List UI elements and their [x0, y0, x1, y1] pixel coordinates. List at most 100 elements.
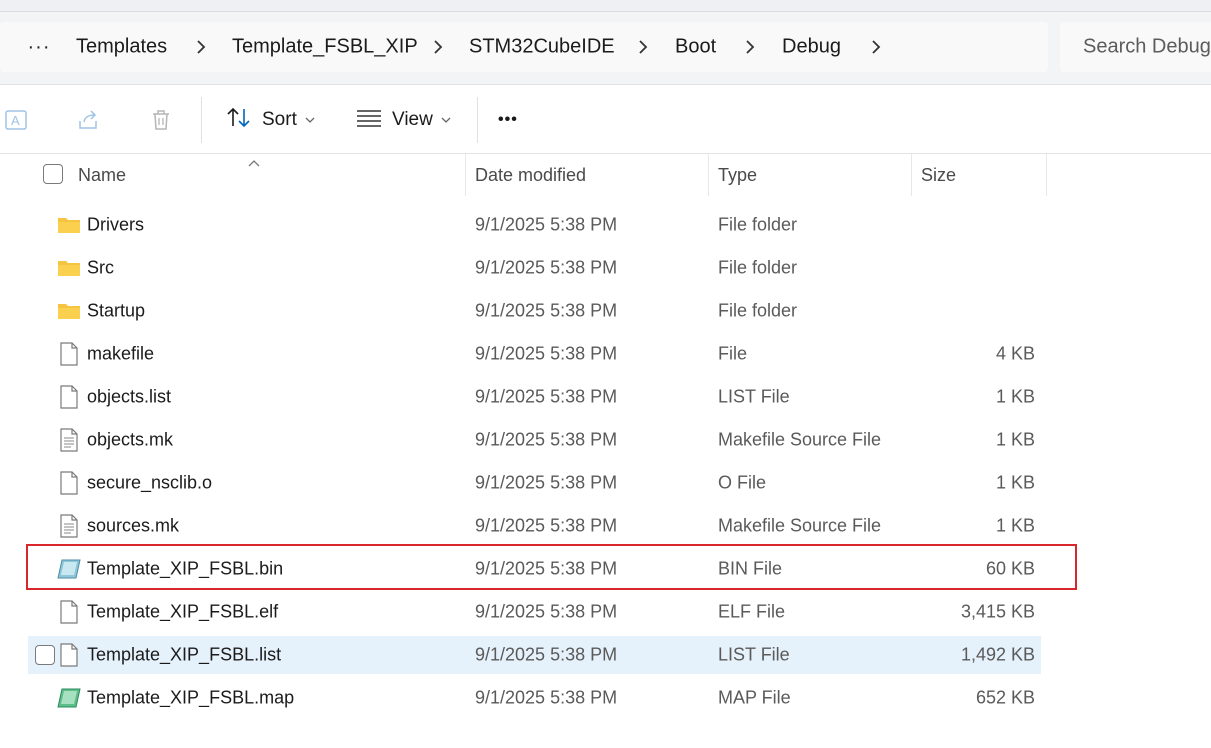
highlight-annotation [26, 544, 1077, 590]
breadcrumb[interactable]: ··· Templates Template_FSBL_XIP STM32Cub… [0, 22, 1048, 72]
file-type: File folder [718, 214, 798, 235]
file-icon [56, 642, 82, 668]
text-file-icon [56, 513, 82, 539]
chevron-right-icon[interactable] [869, 37, 883, 57]
search-input[interactable]: Search Debug [1060, 22, 1211, 72]
file-name[interactable]: secure_nsclib.o [87, 473, 212, 494]
delete-icon[interactable] [148, 107, 174, 133]
row-checkbox[interactable] [35, 645, 55, 665]
file-row[interactable]: Template_XIP_FSBL.list 9/1/2025 5:38 PM LI… [28, 636, 1041, 674]
command-separator [477, 97, 478, 143]
file-size: 4 KB [995, 343, 1035, 364]
sort-icon [226, 106, 252, 135]
view-button[interactable]: View [356, 103, 451, 137]
file-size: 3,415 KB [960, 601, 1035, 622]
map-file-icon [56, 685, 82, 711]
chevron-right-icon[interactable] [431, 37, 445, 57]
chevron-down-icon [441, 111, 451, 129]
see-more-button[interactable]: ••• [498, 103, 518, 137]
file-name[interactable]: sources.mk [87, 516, 179, 537]
file-row[interactable]: Startup 9/1/2025 5:38 PM File folder [28, 292, 1041, 330]
file-row[interactable]: secure_nsclib.o 9/1/2025 5:38 PM O File 1 K… [28, 464, 1041, 502]
command-separator [201, 97, 202, 143]
file-type: O File [718, 472, 767, 493]
file-size: 1 KB [995, 472, 1035, 493]
file-name[interactable]: Src [87, 258, 114, 279]
file-name[interactable]: Template_XIP_FSBL.map [87, 688, 294, 709]
breadcrumb-more-button[interactable]: ··· [22, 32, 56, 62]
file-icon [56, 341, 82, 367]
folder-icon [56, 298, 82, 324]
breadcrumb-item-debug[interactable]: Debug [782, 36, 841, 59]
file-name[interactable]: Startup [87, 301, 145, 322]
command-bar: A Sort View ••• [0, 84, 1211, 154]
file-date: 9/1/2025 5:38 PM [475, 257, 618, 278]
column-divider[interactable] [465, 154, 466, 196]
column-header-date[interactable]: Date modified [475, 154, 586, 196]
file-name[interactable]: objects.mk [87, 430, 173, 451]
select-all-checkbox[interactable] [43, 164, 63, 184]
text-file-icon [56, 427, 82, 453]
file-type: MAP File [718, 687, 791, 708]
file-row[interactable]: Template_XIP_FSBL.elf 9/1/2025 5:38 PM ELF… [28, 593, 1041, 631]
file-row[interactable]: Drivers 9/1/2025 5:38 PM File folder [28, 206, 1041, 244]
file-date: 9/1/2025 5:38 PM [475, 300, 618, 321]
file-row[interactable]: makefile 9/1/2025 5:38 PM File 4 KB [28, 335, 1041, 373]
file-type: LIST File [718, 644, 790, 665]
file-date: 9/1/2025 5:38 PM [475, 429, 618, 450]
search-placeholder: Search Debug [1083, 35, 1211, 58]
sort-label: Sort [262, 109, 297, 130]
view-label: View [392, 109, 433, 130]
column-header-row: Name Date modified Type Size [0, 154, 1211, 196]
sort-ascending-icon [247, 154, 261, 172]
chevron-right-icon[interactable] [636, 37, 650, 57]
file-row[interactable]: sources.mk 9/1/2025 5:38 PM Makefile Sourc… [28, 507, 1041, 545]
file-size: 1,492 KB [960, 644, 1035, 665]
file-name[interactable]: Template_XIP_FSBL.elf [87, 602, 278, 623]
svg-text:A: A [11, 113, 20, 128]
file-date: 9/1/2025 5:38 PM [475, 472, 618, 493]
file-date: 9/1/2025 5:38 PM [475, 644, 618, 665]
file-row[interactable]: Template_XIP_FSBL.map 9/1/2025 5:38 PM MAP… [28, 679, 1041, 717]
share-icon[interactable] [76, 107, 102, 133]
file-type: File folder [718, 300, 798, 321]
file-name[interactable]: Drivers [87, 215, 144, 236]
file-date: 9/1/2025 5:38 PM [475, 687, 618, 708]
file-row[interactable]: Src 9/1/2025 5:38 PM File folder [28, 249, 1041, 287]
file-size: 1 KB [995, 515, 1035, 536]
file-type: LIST File [718, 386, 790, 407]
file-name[interactable]: Template_XIP_FSBL.list [87, 645, 281, 666]
chevron-right-icon[interactable] [194, 37, 208, 57]
breadcrumb-item-template-fsbl-xip[interactable]: Template_FSBL_XIP [232, 36, 418, 59]
file-size: 1 KB [995, 386, 1035, 407]
file-name[interactable]: makefile [87, 344, 154, 365]
file-name[interactable]: objects.list [87, 387, 171, 408]
breadcrumb-item-templates[interactable]: Templates [76, 36, 167, 59]
window-top-strip [0, 0, 1211, 12]
column-header-name[interactable]: Name [78, 154, 126, 196]
file-icon [56, 470, 82, 496]
file-icon [56, 599, 82, 625]
file-type: File [718, 343, 748, 364]
file-size: 652 KB [975, 687, 1035, 708]
breadcrumb-item-boot[interactable]: Boot [675, 36, 716, 59]
folder-icon [56, 212, 82, 238]
file-type: ELF File [718, 601, 786, 622]
file-type: Makefile Source File [718, 429, 882, 450]
breadcrumb-item-stm32cubeide[interactable]: STM32CubeIDE [469, 36, 615, 59]
file-date: 9/1/2025 5:38 PM [475, 601, 618, 622]
sort-button[interactable]: Sort [226, 103, 315, 137]
rename-icon[interactable]: A [4, 107, 30, 133]
column-header-type[interactable]: Type [718, 154, 757, 196]
file-row[interactable]: objects.list 9/1/2025 5:38 PM LIST File 1 K… [28, 378, 1041, 416]
column-header-size[interactable]: Size [921, 154, 956, 196]
column-divider[interactable] [1046, 154, 1047, 196]
file-date: 9/1/2025 5:38 PM [475, 214, 618, 235]
folder-icon [56, 255, 82, 281]
file-row[interactable]: objects.mk 9/1/2025 5:38 PM Makefile Sourc… [28, 421, 1041, 459]
column-divider[interactable] [708, 154, 709, 196]
chevron-right-icon[interactable] [743, 37, 757, 57]
file-type: File folder [718, 257, 798, 278]
column-divider[interactable] [911, 154, 912, 196]
file-type: Makefile Source File [718, 515, 882, 536]
